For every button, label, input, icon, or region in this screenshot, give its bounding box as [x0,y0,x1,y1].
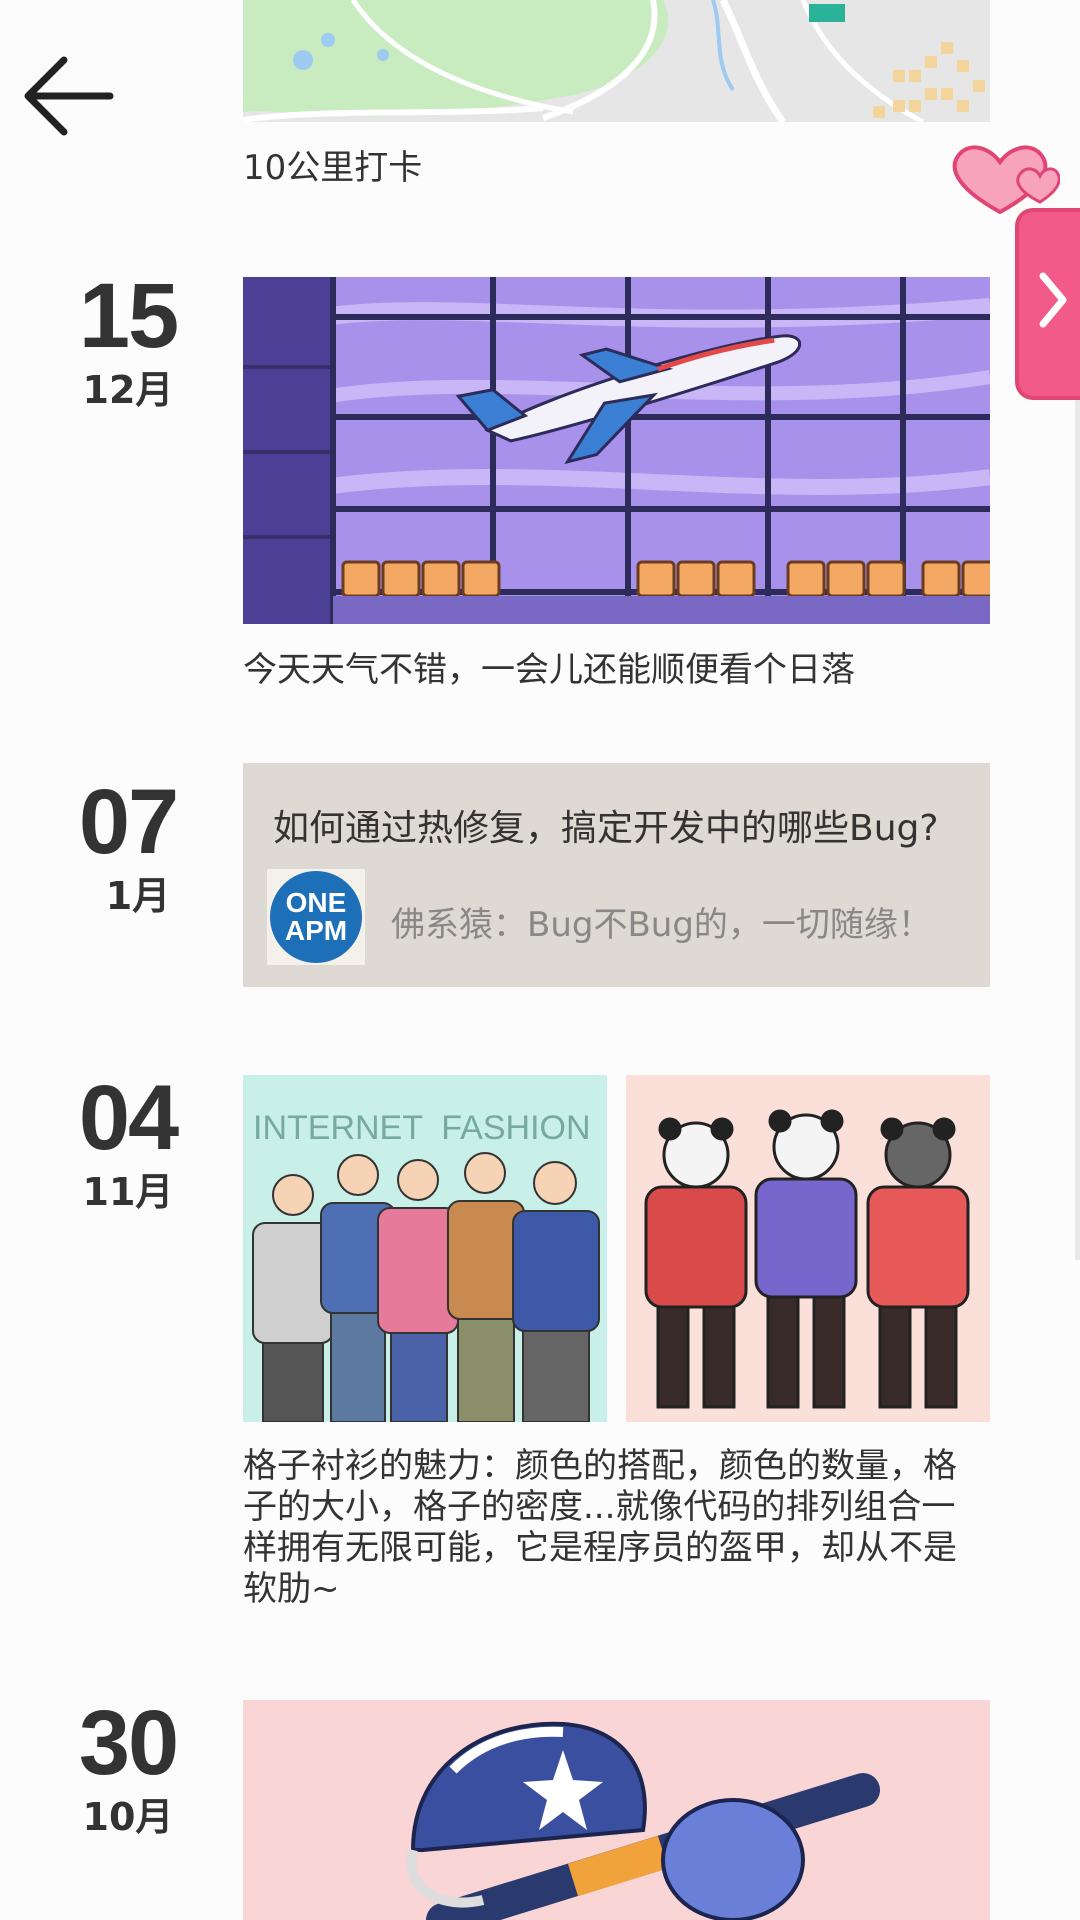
baseball-image[interactable] [243,1700,990,1920]
entry-day: 04 [78,1067,179,1169]
oneapm-logo: ONE APM [267,869,365,965]
entry-month: 10月 [82,1795,174,1839]
side-tab-button[interactable] [1015,208,1080,400]
entry-month: 1月 [105,874,171,918]
fashion-image-left[interactable]: INTERNET FASHION [243,1075,607,1422]
article-card[interactable]: 如何通过热修复，搞定开发中的哪些Bug? ONE APM 佛系猿：Bug不Bug… [243,763,990,987]
scrollbar[interactable] [1075,400,1080,1260]
airport-image[interactable] [243,277,990,624]
entry-month: 12月 [82,368,174,412]
entry-month: 11月 [82,1170,174,1214]
entry-day: 30 [78,1692,179,1794]
logo-text-top: ONE [285,887,347,918]
map-image[interactable] [243,0,990,122]
entry-caption: 10公里打卡 [243,148,423,188]
entry-day: 07 [78,771,179,873]
entry-day: 15 [78,265,179,367]
back-button[interactable] [18,46,118,146]
fashion-image-right[interactable] [626,1075,990,1422]
article-title: 如何通过热修复，搞定开发中的哪些Bug? [273,808,939,849]
article-subtitle: 佛系猿：Bug不Bug的，一切随缘！ [391,905,932,945]
logo-text-bottom: APM [284,915,348,946]
arrow-left-icon [24,56,114,136]
entry-caption: 格子衬衫的魅力：颜色的搭配，颜色的数量，格子的大小，格子的密度...就像代码的排… [243,1446,957,1609]
chevron-right-icon [1039,272,1067,328]
entry-caption: 今天天气不错，一会儿还能顺便看个日落 [243,650,855,690]
